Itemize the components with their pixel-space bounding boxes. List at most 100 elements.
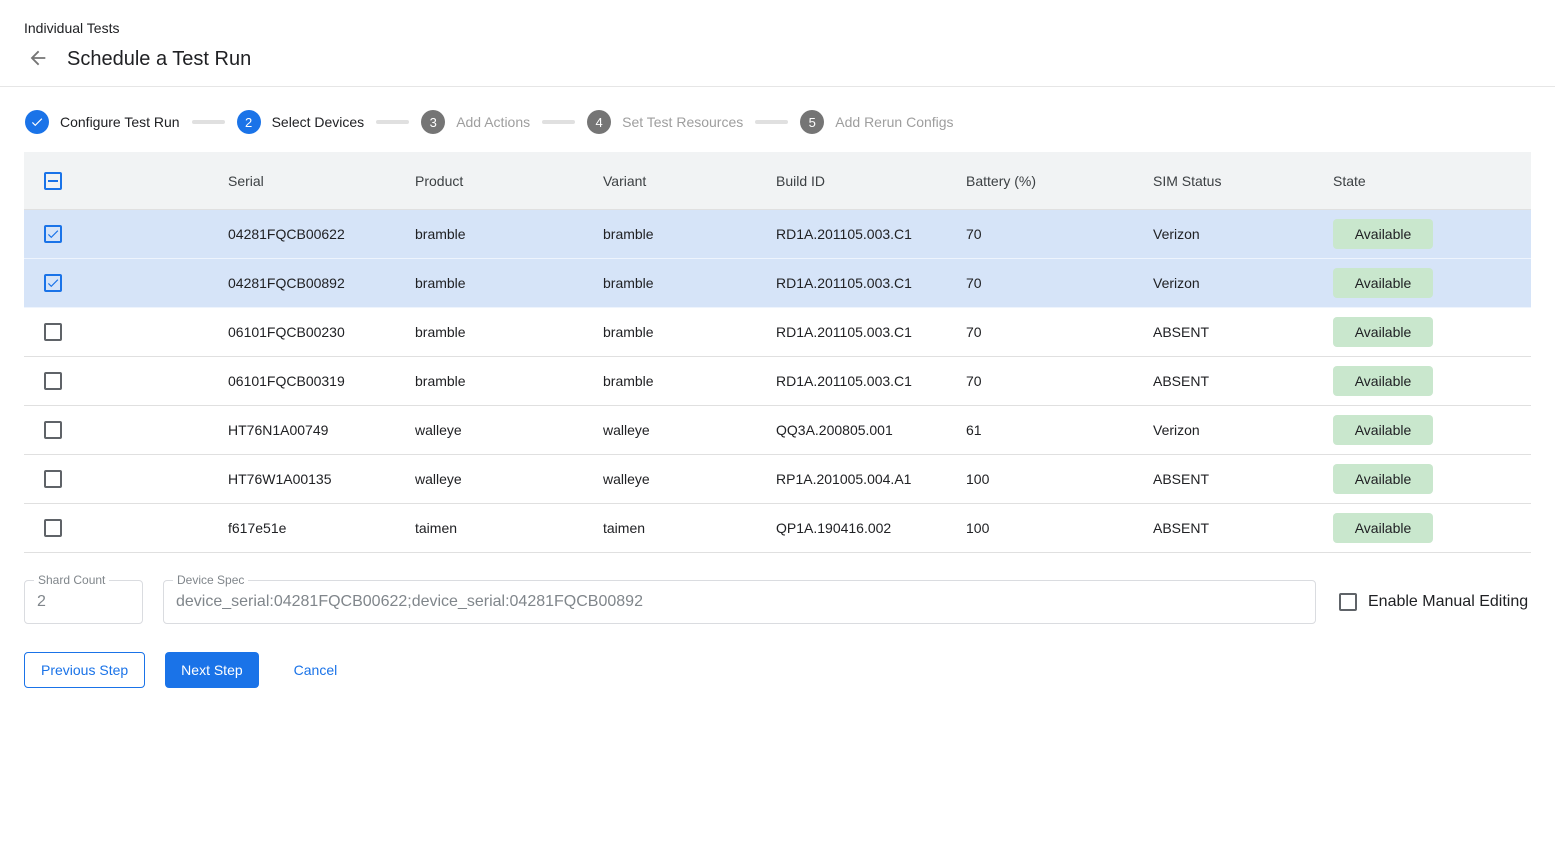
- step-add-actions[interactable]: 3 Add Actions: [421, 110, 530, 134]
- row-checkbox[interactable]: [44, 421, 62, 439]
- shard-count-value: 2: [25, 581, 142, 623]
- status-badge: Available: [1333, 219, 1433, 249]
- select-all-checkbox[interactable]: [44, 172, 62, 190]
- header-divider: [0, 86, 1555, 87]
- cell-build-id: RD1A.201105.003.C1: [776, 373, 966, 389]
- table-row[interactable]: 06101FQCB00230 bramble bramble RD1A.2011…: [24, 308, 1531, 357]
- stepper-connector: [755, 120, 788, 124]
- step-2-number: 2: [237, 110, 261, 134]
- column-header-sim-status: SIM Status: [1153, 173, 1333, 189]
- table-row[interactable]: 06101FQCB00319 bramble bramble RD1A.2011…: [24, 357, 1531, 406]
- cell-product: bramble: [415, 226, 603, 242]
- device-spec-field[interactable]: Device Spec device_serial:04281FQCB00622…: [163, 580, 1316, 624]
- cell-product: bramble: [415, 275, 603, 291]
- back-button[interactable]: [26, 47, 50, 71]
- table-row[interactable]: 04281FQCB00892 bramble bramble RD1A.2011…: [24, 259, 1531, 308]
- step-label: Configure Test Run: [60, 114, 180, 130]
- step-select-devices[interactable]: 2 Select Devices: [237, 110, 365, 134]
- row-checkbox[interactable]: [44, 323, 62, 341]
- row-checkbox[interactable]: [44, 372, 62, 390]
- shard-count-label: Shard Count: [34, 573, 109, 587]
- stepper-connector: [376, 120, 409, 124]
- checkmark-icon: [46, 227, 60, 241]
- cell-product: bramble: [415, 373, 603, 389]
- table-row[interactable]: 04281FQCB00622 bramble bramble RD1A.2011…: [24, 210, 1531, 259]
- step-label: Select Devices: [272, 114, 365, 130]
- row-checkbox[interactable]: [44, 470, 62, 488]
- title-row: Schedule a Test Run: [24, 47, 1555, 71]
- device-spec-label: Device Spec: [173, 573, 248, 587]
- cell-battery: 70: [966, 324, 1153, 340]
- device-spec-form: Shard Count 2 Device Spec device_serial:…: [24, 580, 1531, 624]
- table-row[interactable]: HT76W1A00135 walleye walleye RP1A.201005…: [24, 455, 1531, 504]
- cell-variant: walleye: [603, 471, 776, 487]
- cell-sim-status: Verizon: [1153, 226, 1333, 242]
- breadcrumb: Individual Tests: [24, 20, 1555, 36]
- step-label: Add Actions: [456, 114, 530, 130]
- cell-build-id: RD1A.201105.003.C1: [776, 226, 966, 242]
- next-step-button[interactable]: Next Step: [165, 652, 258, 688]
- step-configure-test-run[interactable]: Configure Test Run: [25, 110, 180, 134]
- step-1-check-icon: [25, 110, 49, 134]
- cancel-button[interactable]: Cancel: [278, 652, 354, 688]
- cell-serial: HT76N1A00749: [228, 422, 415, 438]
- action-buttons: Previous Step Next Step Cancel: [24, 652, 1531, 688]
- stepper-connector: [192, 120, 225, 124]
- cell-variant: bramble: [603, 226, 776, 242]
- stepper: Configure Test Run 2 Select Devices 3 Ad…: [25, 110, 1555, 134]
- cell-product: walleye: [415, 422, 603, 438]
- row-checkbox[interactable]: [44, 225, 62, 243]
- cell-variant: taimen: [603, 520, 776, 536]
- device-spec-value: device_serial:04281FQCB00622;device_seri…: [164, 581, 1315, 623]
- checkmark-icon: [46, 276, 60, 290]
- cell-build-id: RD1A.201105.003.C1: [776, 275, 966, 291]
- cell-variant: walleye: [603, 422, 776, 438]
- row-checkbox[interactable]: [44, 519, 62, 537]
- step-label: Set Test Resources: [622, 114, 743, 130]
- cell-sim-status: Verizon: [1153, 275, 1333, 291]
- enable-manual-editing: Enable Manual Editing: [1339, 580, 1528, 624]
- cell-serial: 04281FQCB00622: [228, 226, 415, 242]
- cell-serial: 06101FQCB00230: [228, 324, 415, 340]
- status-badge: Available: [1333, 513, 1433, 543]
- column-header-serial: Serial: [228, 173, 415, 189]
- cell-sim-status: Verizon: [1153, 422, 1333, 438]
- shard-count-field[interactable]: Shard Count 2: [24, 580, 143, 624]
- column-header-build-id: Build ID: [776, 173, 966, 189]
- enable-manual-editing-checkbox[interactable]: [1339, 593, 1357, 611]
- table-row[interactable]: HT76N1A00749 walleye walleye QQ3A.200805…: [24, 406, 1531, 455]
- cell-variant: bramble: [603, 275, 776, 291]
- step-5-number: 5: [800, 110, 824, 134]
- cell-serial: 04281FQCB00892: [228, 275, 415, 291]
- status-badge: Available: [1333, 415, 1433, 445]
- status-badge: Available: [1333, 317, 1433, 347]
- row-checkbox[interactable]: [44, 274, 62, 292]
- cell-serial: f617e51e: [228, 520, 415, 536]
- cell-build-id: QP1A.190416.002: [776, 520, 966, 536]
- column-header-battery: Battery (%): [966, 173, 1153, 189]
- step-set-test-resources[interactable]: 4 Set Test Resources: [587, 110, 743, 134]
- cell-product: taimen: [415, 520, 603, 536]
- step-4-number: 4: [587, 110, 611, 134]
- cell-sim-status: ABSENT: [1153, 324, 1333, 340]
- cell-serial: HT76W1A00135: [228, 471, 415, 487]
- cell-sim-status: ABSENT: [1153, 471, 1333, 487]
- column-header-product: Product: [415, 173, 603, 189]
- previous-step-button[interactable]: Previous Step: [24, 652, 145, 688]
- arrow-left-icon: [27, 47, 49, 72]
- page-title: Schedule a Test Run: [67, 48, 251, 71]
- cell-variant: bramble: [603, 324, 776, 340]
- cell-build-id: RP1A.201005.004.A1: [776, 471, 966, 487]
- table-header-row: Serial Product Variant Build ID Battery …: [24, 152, 1531, 210]
- page-header: Individual Tests Schedule a Test Run: [0, 0, 1555, 71]
- table-row[interactable]: f617e51e taimen taimen QP1A.190416.002 1…: [24, 504, 1531, 553]
- cell-battery: 100: [966, 471, 1153, 487]
- column-header-state: State: [1333, 173, 1531, 189]
- cell-battery: 70: [966, 226, 1153, 242]
- step-add-rerun-configs[interactable]: 5 Add Rerun Configs: [800, 110, 953, 134]
- stepper-connector: [542, 120, 575, 124]
- cell-serial: 06101FQCB00319: [228, 373, 415, 389]
- cell-product: bramble: [415, 324, 603, 340]
- enable-manual-editing-label[interactable]: Enable Manual Editing: [1368, 593, 1528, 611]
- cell-battery: 61: [966, 422, 1153, 438]
